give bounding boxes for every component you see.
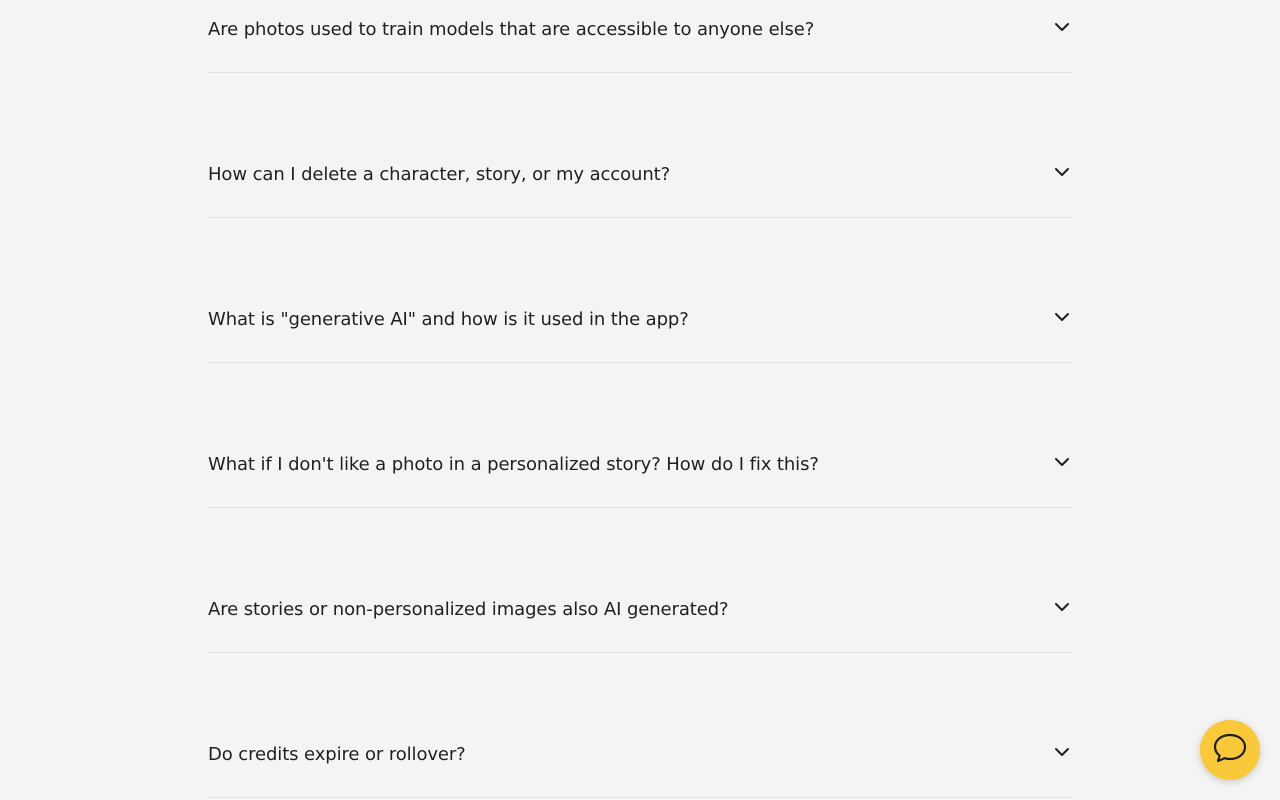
chat-widget-button[interactable] (1200, 720, 1260, 780)
faq-list: Are photos used to train models that are… (208, 0, 1072, 798)
faq-item[interactable]: How can I delete a character, story, or … (208, 73, 1072, 218)
chevron-down-icon[interactable] (1054, 599, 1070, 615)
chevron-down-icon[interactable] (1054, 19, 1070, 35)
chevron-down-icon[interactable] (1054, 454, 1070, 470)
chat-bubble-icon (1212, 732, 1248, 768)
chevron-down-icon[interactable] (1054, 164, 1070, 180)
faq-question[interactable]: Are stories or non-personalized images a… (208, 596, 729, 624)
chevron-down-icon[interactable] (1054, 744, 1070, 760)
faq-question[interactable]: Are photos used to train models that are… (208, 16, 814, 44)
faq-question[interactable]: What if I don't like a photo in a person… (208, 451, 819, 479)
chevron-down-icon[interactable] (1054, 309, 1070, 325)
faq-question[interactable]: Do credits expire or rollover? (208, 741, 466, 769)
faq-item[interactable]: What if I don't like a photo in a person… (208, 363, 1072, 508)
faq-question[interactable]: What is "generative AI" and how is it us… (208, 306, 689, 334)
faq-item[interactable]: What is "generative AI" and how is it us… (208, 218, 1072, 363)
faq-item[interactable]: Do credits expire or rollover? (208, 653, 1072, 798)
faq-item[interactable]: Are photos used to train models that are… (208, 0, 1072, 73)
faq-item[interactable]: Are stories or non-personalized images a… (208, 508, 1072, 653)
faq-question[interactable]: How can I delete a character, story, or … (208, 161, 670, 189)
